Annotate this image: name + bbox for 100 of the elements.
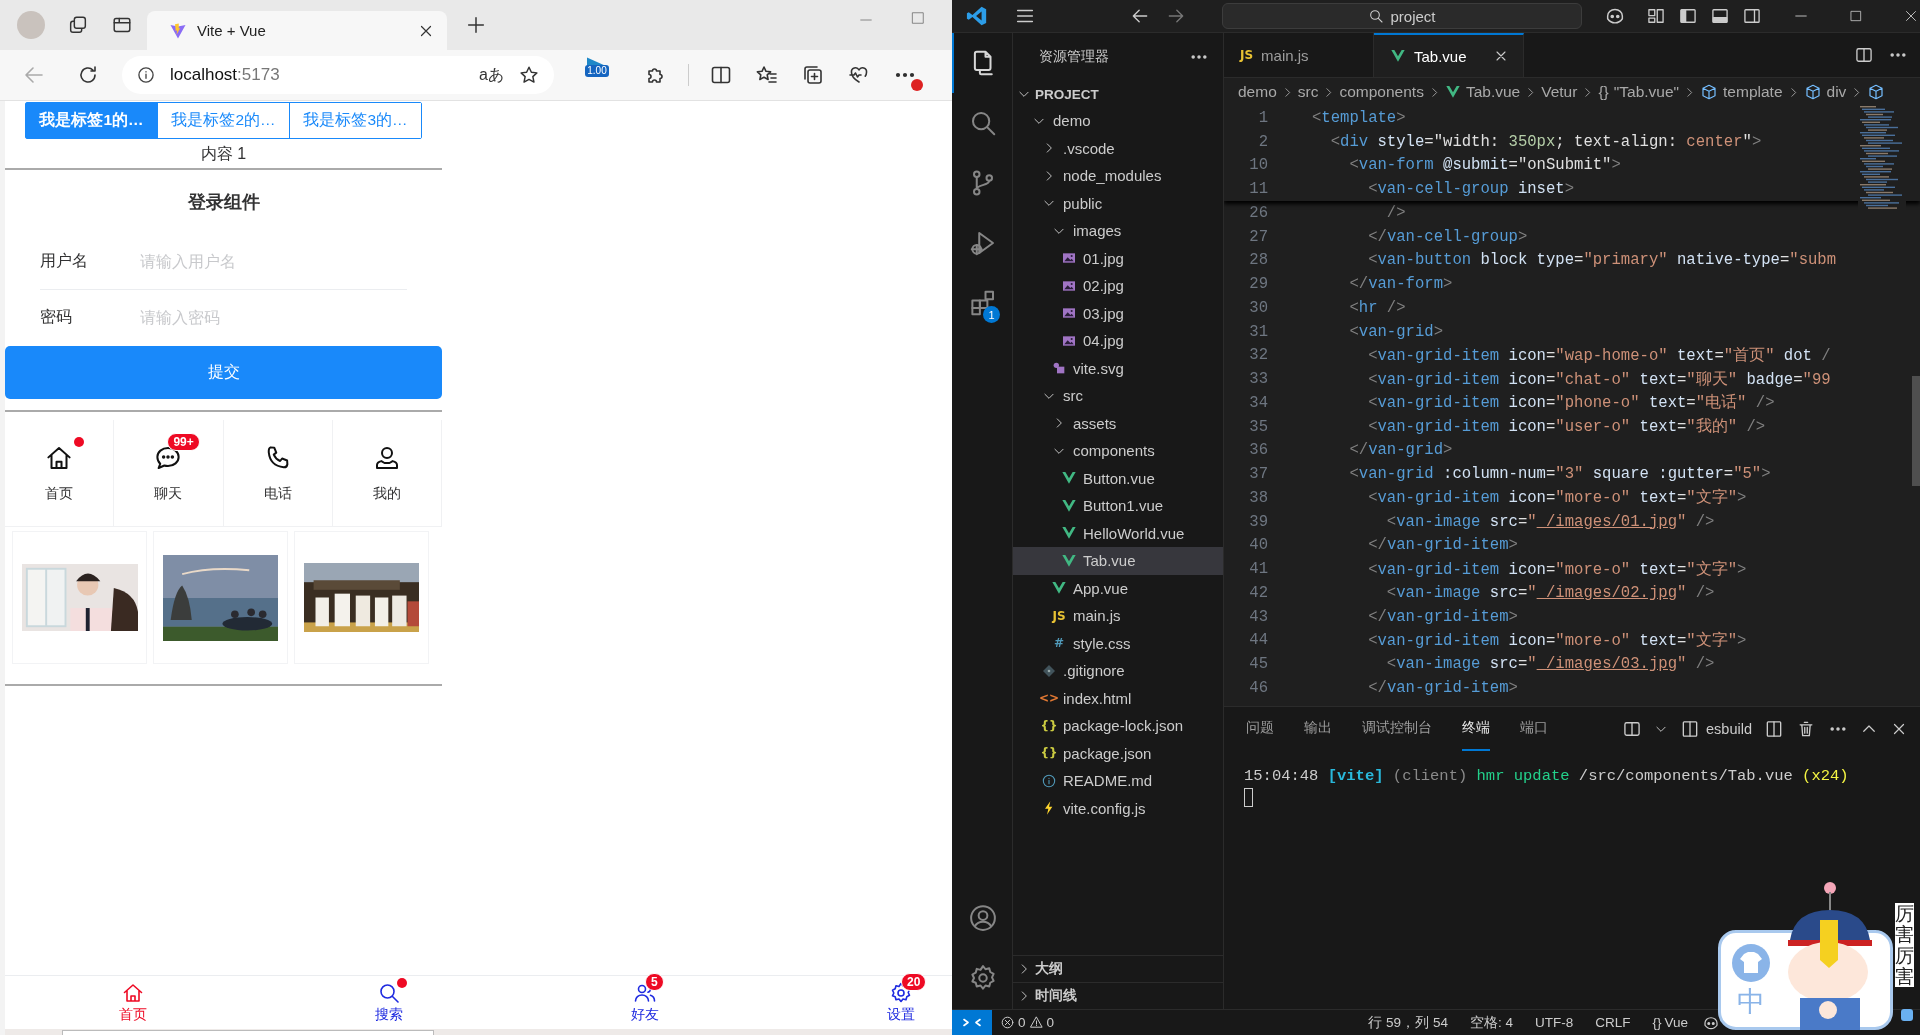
terminal-selector[interactable]: esbuild (1680, 719, 1752, 739)
line-number: 37 (1248, 465, 1268, 484)
activity-bar-item[interactable]: 1 (952, 273, 1012, 333)
split-editor-icon[interactable] (1854, 45, 1874, 65)
file-item[interactable]: 03.jpg (1013, 299, 1223, 327)
submit-button[interactable]: 提交 (5, 346, 442, 399)
tab-bar-item[interactable]: 5 好友 (517, 976, 773, 1029)
breadcrumb-item[interactable]: demo (1238, 83, 1277, 101)
read-aloud-icon[interactable]: aあ (479, 64, 504, 86)
terminal-output: 15:04:48 [vite] (client) hmr update /src/components/Tab.vue (x24) (1243, 766, 1850, 785)
file-item[interactable]: {} package-lock.json (1013, 712, 1223, 740)
new-tab-icon[interactable] (465, 14, 487, 36)
maximize-icon[interactable] (1848, 8, 1864, 24)
breadcrumb-item[interactable]: {} "Tab.vue" (1598, 83, 1680, 101)
tab-bar-item[interactable]: 首页 (5, 976, 261, 1029)
git-file-icon (1041, 662, 1057, 679)
code-line: <van-grid-item icon="phone-o" text="电话" /> (1367, 392, 1775, 414)
file-item[interactable]: <> index.html (1013, 684, 1223, 712)
line-number: 44 (1248, 631, 1268, 650)
file-item[interactable]: .gitignore (1013, 657, 1223, 685)
file-item[interactable]: JS main.js (1013, 602, 1223, 630)
file-item[interactable]: Tab.vue (1013, 547, 1223, 575)
line-ending-status[interactable]: CRLF (1587, 1015, 1639, 1030)
browser-tab[interactable]: Vite + Vue (147, 11, 447, 50)
sidebar-toggle-icon[interactable] (1678, 6, 1698, 26)
folder-item[interactable]: node_modules (1013, 162, 1223, 190)
breadcrumb-item[interactable]: Tab.vue (1444, 83, 1521, 101)
language-status[interactable]: {} Vue (1644, 1015, 1696, 1030)
address-bar[interactable]: localhost:5173 aあ (122, 56, 554, 94)
code-line: </van-grid> (1348, 441, 1453, 460)
grid-item[interactable]: 我的 (332, 420, 442, 527)
vite-logo-icon (169, 21, 187, 40)
secondary-sidebar-icon[interactable] (1742, 6, 1762, 26)
grid-item[interactable]: 99+ 聊天 (114, 420, 224, 527)
panel-tab[interactable]: 问题 (1246, 707, 1274, 751)
braces-icon: {} (1652, 1015, 1662, 1030)
file-type-icon: {} (1040, 718, 1058, 733)
file-item[interactable]: 01.jpg (1013, 244, 1223, 272)
line-number: 34 (1248, 393, 1268, 412)
grid-item[interactable]: 首页 (5, 420, 115, 527)
file-item[interactable]: {} package.json (1013, 739, 1223, 767)
panel-tab[interactable]: 端口 (1520, 707, 1548, 751)
file-item[interactable]: README.md (1013, 767, 1223, 795)
breadcrumb-item[interactable]: src (1297, 83, 1319, 101)
folder-item[interactable]: demo (1013, 107, 1223, 135)
new-terminal-icon[interactable] (1622, 719, 1643, 739)
folder-item[interactable]: images (1013, 217, 1223, 245)
section-header[interactable]: PROJECT (1013, 81, 1223, 107)
folder-item[interactable]: components (1013, 437, 1223, 465)
file-item[interactable]: vite.config.js (1013, 794, 1223, 822)
remote-button[interactable] (952, 1010, 992, 1035)
file-item[interactable]: # style.css (1013, 629, 1223, 657)
folder-item[interactable]: .vscode (1013, 134, 1223, 162)
code-line: <van-grid-item icon="more-o" text="文字"> (1367, 559, 1747, 580)
tab-bar-item[interactable]: 搜索 (261, 976, 517, 1029)
breadcrumb-item[interactable]: template (1700, 83, 1783, 101)
panel-tab[interactable]: 终端 (1462, 707, 1490, 751)
folder-item[interactable]: assets (1013, 409, 1223, 437)
folder-item[interactable]: src (1013, 382, 1223, 410)
file-link[interactable]: /images/02.jpg (1536, 583, 1677, 602)
file-link[interactable]: /images/03.jpg (1536, 655, 1677, 674)
file-type-icon: {} (1040, 746, 1058, 761)
file-item[interactable]: Button1.vue (1013, 492, 1223, 520)
section-header[interactable]: 大纲 (1013, 955, 1223, 982)
scrollbar[interactable] (5, 1029, 952, 1035)
file-item[interactable]: Button.vue (1013, 464, 1223, 492)
code-line: </van-grid-item> (1367, 607, 1518, 626)
breadcrumb-item[interactable]: components (1339, 83, 1424, 101)
workspaces-icon[interactable] (67, 14, 89, 36)
split-terminal-icon[interactable] (1764, 719, 1784, 739)
vue-logo-icon (1061, 552, 1077, 569)
encoding-status[interactable]: UTF-8 (1526, 1015, 1582, 1030)
panel-tab[interactable]: 调试控制台 (1362, 707, 1432, 751)
file-item[interactable]: vite.svg (1013, 354, 1223, 382)
line-number: 43 (1248, 607, 1268, 626)
problems-status[interactable]: 0 0 (992, 1015, 1063, 1030)
breadcrumb-item[interactable]: Vetur (1541, 83, 1578, 101)
line-number: 29 (1248, 275, 1268, 294)
command-search[interactable]: project (1222, 3, 1582, 29)
tab-bar-item[interactable]: 20 设置 (773, 976, 952, 1029)
favorite-star-icon[interactable] (518, 64, 540, 86)
panel-tab[interactable]: 输出 (1304, 707, 1332, 751)
breadcrumb-item[interactable]: div (1803, 83, 1847, 101)
file-link[interactable]: /images/01.jpg (1536, 512, 1677, 531)
folder-item[interactable]: public (1013, 189, 1223, 217)
tab[interactable]: 我是标签1的… (26, 103, 158, 138)
url-text: localhost:5173 (170, 65, 281, 85)
file-item[interactable]: 04.jpg (1013, 327, 1223, 355)
cursor-position[interactable]: 行 59，列 54 (1360, 1013, 1456, 1032)
layout-icon[interactable] (1646, 6, 1666, 26)
account-icon[interactable] (968, 903, 998, 933)
file-item[interactable]: 02.jpg (1013, 272, 1223, 300)
indentation-status[interactable]: 空格: 4 (1461, 1013, 1521, 1032)
grid-item[interactable]: 电话 (223, 420, 333, 527)
file-item[interactable]: App.vue (1013, 574, 1223, 602)
file-item[interactable]: HelloWorld.vue (1013, 519, 1223, 547)
collections-icon[interactable] (801, 63, 825, 87)
panel-toggle-icon[interactable] (1710, 6, 1730, 26)
cube-icon[interactable] (1867, 83, 1886, 101)
editor-tab[interactable]: Tab.vue (1374, 33, 1524, 77)
